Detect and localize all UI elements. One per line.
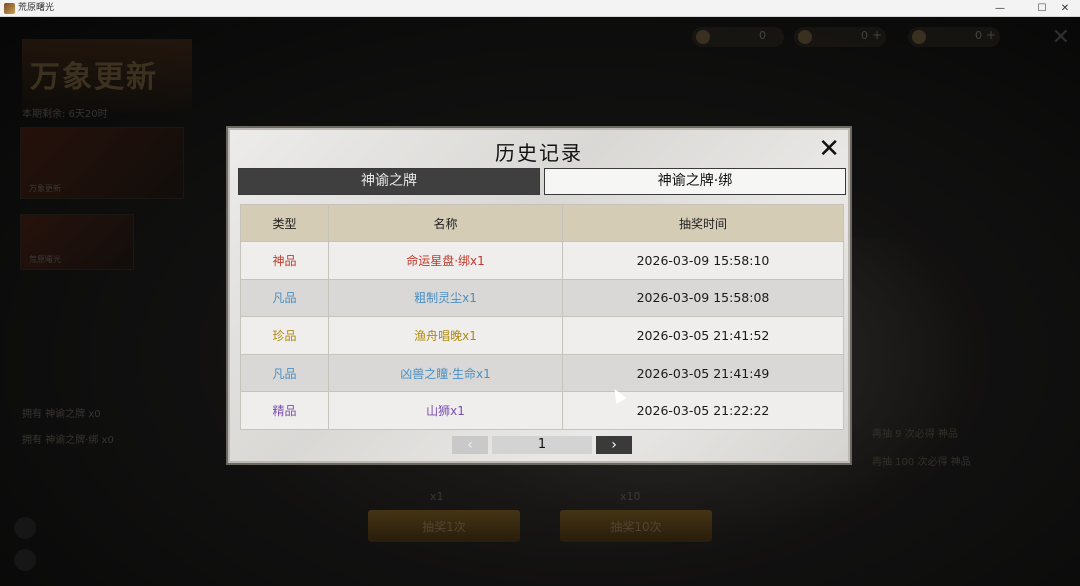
prev-page-button[interactable]: ‹ xyxy=(452,436,488,454)
window-close-button[interactable]: ✕ xyxy=(1050,0,1080,17)
tab-oracle-card-bound[interactable]: 神谕之牌·绑 xyxy=(544,168,846,195)
table-row: 精品 山狮x1 2026-03-05 21:22:22 xyxy=(240,391,844,430)
item-name: 凶兽之瞳·生命x1 xyxy=(328,353,563,393)
draw-time: 2026-03-05 21:41:49 xyxy=(562,353,844,393)
draw-time: 2026-03-05 21:41:52 xyxy=(562,316,844,355)
window-title: 荒原曙光 xyxy=(18,3,55,13)
column-header-name: 名称 xyxy=(328,204,563,242)
window-titlebar: 荒原曙光 — ☐ ✕ xyxy=(0,0,1080,17)
dialog-title: 历史记录 xyxy=(495,141,583,165)
history-dialog: 历史记录 ✕ 神谕之牌 神谕之牌·绑 类型 名称 抽奖时间 神品 命运星盘·绑x1… xyxy=(228,128,850,463)
item-type: 神品 xyxy=(240,241,329,280)
tab-oracle-card[interactable]: 神谕之牌 xyxy=(238,168,540,195)
app-icon xyxy=(4,3,15,14)
table-row: 凡品 凶兽之瞳·生命x1 2026-03-05 21:41:49 xyxy=(240,353,844,393)
history-table: 类型 名称 抽奖时间 神品 命运星盘·绑x1 2026-03-09 15:58:10… xyxy=(240,204,844,430)
item-type: 精品 xyxy=(240,391,329,430)
column-header-type: 类型 xyxy=(240,204,329,242)
draw-time: 2026-03-09 15:58:10 xyxy=(562,241,844,280)
item-type: 珍品 xyxy=(240,316,329,355)
item-name: 山狮x1 xyxy=(328,391,563,430)
table-row: 珍品 渔舟唱晚x1 2026-03-05 21:41:52 xyxy=(240,316,844,355)
table-row: 凡品 粗制灵尘x1 2026-03-09 15:58:08 xyxy=(240,278,844,318)
page-number: 1 xyxy=(492,436,592,454)
column-header-time: 抽奖时间 xyxy=(562,204,844,242)
item-type: 凡品 xyxy=(240,278,329,318)
close-icon[interactable]: ✕ xyxy=(818,134,840,164)
table-header-row: 类型 名称 抽奖时间 xyxy=(240,204,844,242)
item-name: 命运星盘·绑x1 xyxy=(328,241,563,280)
table-row: 神品 命运星盘·绑x1 2026-03-09 15:58:10 xyxy=(240,241,844,280)
draw-time: 2026-03-09 15:58:08 xyxy=(562,278,844,318)
item-type: 凡品 xyxy=(240,353,329,393)
item-name: 粗制灵尘x1 xyxy=(328,278,563,318)
item-name: 渔舟唱晚x1 xyxy=(328,316,563,355)
next-page-button[interactable]: › xyxy=(596,436,632,454)
minimize-button[interactable]: — xyxy=(985,0,1015,17)
draw-time: 2026-03-05 21:22:22 xyxy=(562,391,844,430)
